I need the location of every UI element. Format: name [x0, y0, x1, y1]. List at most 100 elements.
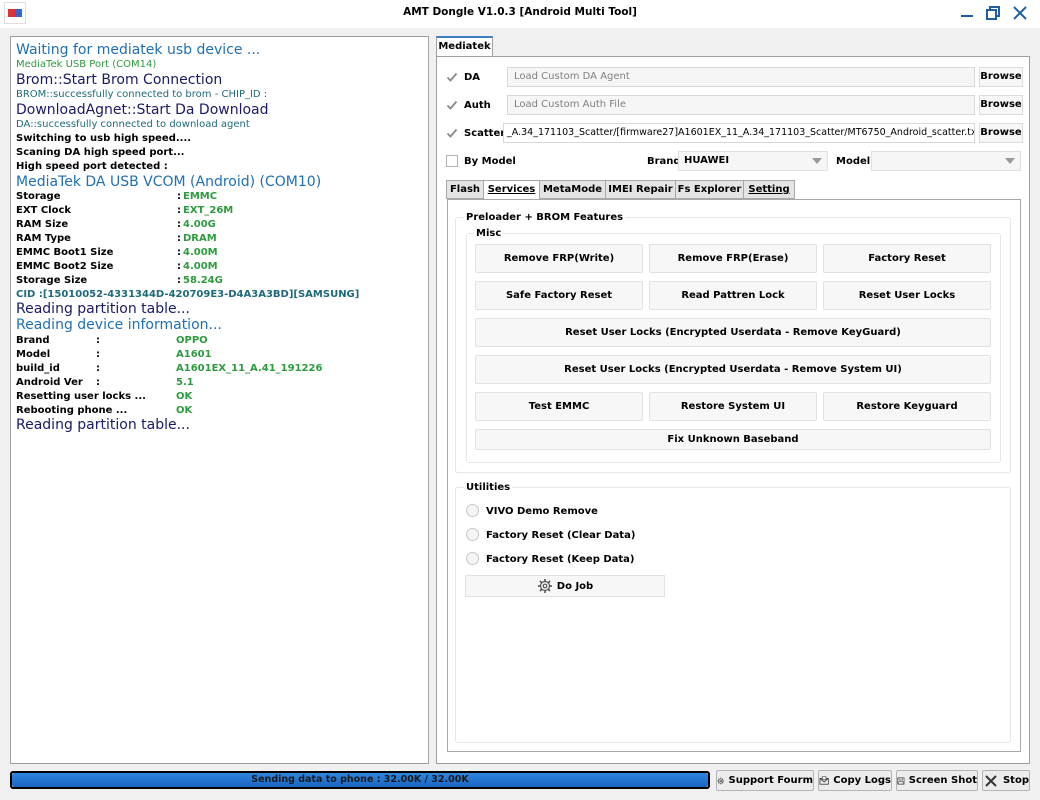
- log-line: DownloadAgnet::Start Da Download: [16, 102, 269, 118]
- fix-unknown-baseband-button[interactable]: Fix Unknown Baseband: [475, 429, 991, 450]
- scatter-checkbox[interactable]: [446, 127, 458, 139]
- auth-browse-button[interactable]: Browse: [979, 95, 1023, 115]
- factory-reset-keep-radio[interactable]: [466, 552, 479, 565]
- remove-frp-erase-button[interactable]: Remove FRP(Erase): [649, 244, 817, 273]
- factory-reset-clear-label: Factory Reset (Clear Data): [486, 530, 636, 541]
- da-label: DA: [464, 72, 481, 83]
- remove-frp-write-button[interactable]: Remove FRP(Write): [475, 244, 643, 273]
- kv-colon: :: [96, 377, 100, 388]
- factory-reset-button[interactable]: Factory Reset: [823, 244, 991, 273]
- reset-user-locks-button[interactable]: Reset User Locks: [823, 281, 991, 310]
- vivo-demo-remove-radio[interactable]: [466, 504, 479, 517]
- device-info-key: Android Ver: [16, 377, 83, 388]
- gear-icon: [537, 579, 552, 593]
- da-browse-button[interactable]: Browse: [979, 67, 1023, 87]
- safe-factory-reset-button[interactable]: Safe Factory Reset: [475, 281, 643, 310]
- log-line: Reading device information...: [16, 317, 222, 333]
- utilities-group: [455, 487, 1011, 743]
- storage-info-value: DRAM: [183, 233, 217, 244]
- storage-info-value: 58.24G: [183, 275, 223, 286]
- restore-icon: [986, 6, 1000, 20]
- brand-select[interactable]: HUAWEI: [678, 151, 828, 171]
- stop-label: Stop: [1002, 775, 1029, 786]
- storage-info-key: EMMC Boot2 Size: [16, 261, 114, 272]
- log-line: Switching to usb high speed....: [16, 133, 192, 144]
- scatter-file-field[interactable]: _A.34_171103_Scatter/[firmware27]A1601EX…: [503, 123, 975, 143]
- envelope-icon: [819, 776, 829, 785]
- restore-button[interactable]: [981, 2, 1005, 24]
- log-line: DA::successfully connected to download a…: [16, 119, 250, 130]
- auth-file-field[interactable]: Load Custom Auth File: [507, 95, 975, 115]
- device-info-value: A1601EX_11_A.41_191226: [176, 363, 323, 374]
- auth-label: Auth: [464, 100, 491, 111]
- auth-checkbox[interactable]: [446, 99, 458, 111]
- support-forum-button[interactable]: Support Fourm: [716, 770, 814, 791]
- test-emmc-button[interactable]: Test EMMC: [475, 392, 643, 421]
- log-panel[interactable]: Waiting for mediatek usb device ... Medi…: [10, 36, 429, 764]
- chevron-down-icon: [812, 158, 822, 164]
- close-icon: [1013, 6, 1027, 20]
- by-model-label: By Model: [464, 156, 516, 167]
- device-info-value: OPPO: [176, 335, 208, 346]
- restore-system-ui-button[interactable]: Restore System UI: [649, 392, 817, 421]
- stop-button[interactable]: Stop: [982, 770, 1030, 791]
- da-checkbox[interactable]: [446, 71, 458, 83]
- storage-info-key: Storage: [16, 191, 61, 202]
- brand-select-value: HUAWEI: [684, 155, 730, 166]
- checkmark-icon: [446, 72, 458, 82]
- device-info-key: Model: [16, 349, 51, 360]
- cid-line: CID :[15010052-4331344D-420709E3-D4A3A3B…: [16, 289, 360, 300]
- vivo-demo-remove-label: VIVO Demo Remove: [486, 506, 598, 517]
- reset-user-locks-systemui-button[interactable]: Reset User Locks (Encrypted Userdata - R…: [475, 355, 991, 384]
- tab-fs-explorer[interactable]: Fs Explorer: [675, 180, 744, 199]
- device-info-key: Brand: [16, 335, 50, 346]
- read-pattern-lock-button[interactable]: Read Pattren Lock: [649, 281, 817, 310]
- storage-info-value: 4.00M: [183, 247, 218, 258]
- minimize-button[interactable]: [955, 2, 979, 24]
- log-line: MediaTek USB Port (COM14): [16, 59, 157, 70]
- chevron-down-icon: [1005, 158, 1015, 164]
- screenshot-label: Screen Shot: [908, 775, 977, 786]
- storage-info-key: RAM Type: [16, 233, 71, 244]
- log-line: MediaTek DA USB VCOM (Android) (COM10): [16, 174, 322, 190]
- copy-logs-label: Copy Logs: [833, 775, 891, 786]
- tab-setting-label: Setting: [748, 184, 790, 195]
- device-info-value: OK: [176, 405, 193, 416]
- close-button[interactable]: [1008, 2, 1032, 24]
- storage-info-key: EXT Clock: [16, 205, 72, 216]
- screenshot-button[interactable]: Screen Shot: [896, 770, 978, 791]
- checkmark-icon: [446, 128, 458, 138]
- storage-info-value: EXT_26M: [183, 205, 234, 216]
- kv-colon: :: [177, 233, 181, 244]
- tab-metamode[interactable]: MetaMode: [539, 180, 606, 199]
- model-label: Model: [836, 156, 871, 167]
- do-job-label: Do Job: [556, 580, 594, 592]
- log-line: Brom::Start Brom Connection: [16, 72, 223, 88]
- tab-services[interactable]: Services: [483, 180, 540, 200]
- model-select[interactable]: [871, 151, 1021, 171]
- tab-mediatek[interactable]: Mediatek: [436, 36, 493, 56]
- scatter-label: Scatter: [464, 128, 506, 139]
- kv-colon: :: [177, 261, 181, 272]
- tab-flash[interactable]: Flash: [446, 180, 484, 199]
- reset-user-locks-keyguard-button[interactable]: Reset User Locks (Encrypted Userdata - R…: [475, 318, 991, 347]
- factory-reset-clear-radio[interactable]: [466, 528, 479, 541]
- progress-text: Sending data to phone : 32.00K / 32.00K: [251, 774, 469, 785]
- kv-colon: :: [96, 335, 100, 346]
- utilities-title: Utilities: [464, 482, 513, 493]
- preloader-brom-title: Preloader + BROM Features: [464, 212, 626, 223]
- do-job-button[interactable]: Do Job: [465, 575, 665, 597]
- progress-bar: Sending data to phone : 32.00K / 32.00K: [10, 771, 710, 789]
- restore-keyguard-button[interactable]: Restore Keyguard: [823, 392, 991, 421]
- scatter-browse-button[interactable]: Browse: [979, 123, 1023, 143]
- da-agent-field[interactable]: Load Custom DA Agent: [507, 67, 975, 87]
- tab-imei-repair[interactable]: IMEI Repair: [605, 180, 676, 199]
- copy-logs-button[interactable]: Copy Logs: [818, 770, 892, 791]
- storage-info-key: EMMC Boot1 Size: [16, 247, 114, 258]
- storage-info-value: EMMC: [183, 191, 218, 202]
- storage-info-value: 4.00M: [183, 261, 218, 272]
- log-line: Reading partition table...: [16, 301, 190, 317]
- tab-setting[interactable]: Setting: [743, 180, 795, 199]
- by-model-checkbox[interactable]: [446, 155, 458, 167]
- log-line: Reading partition table...: [16, 417, 190, 433]
